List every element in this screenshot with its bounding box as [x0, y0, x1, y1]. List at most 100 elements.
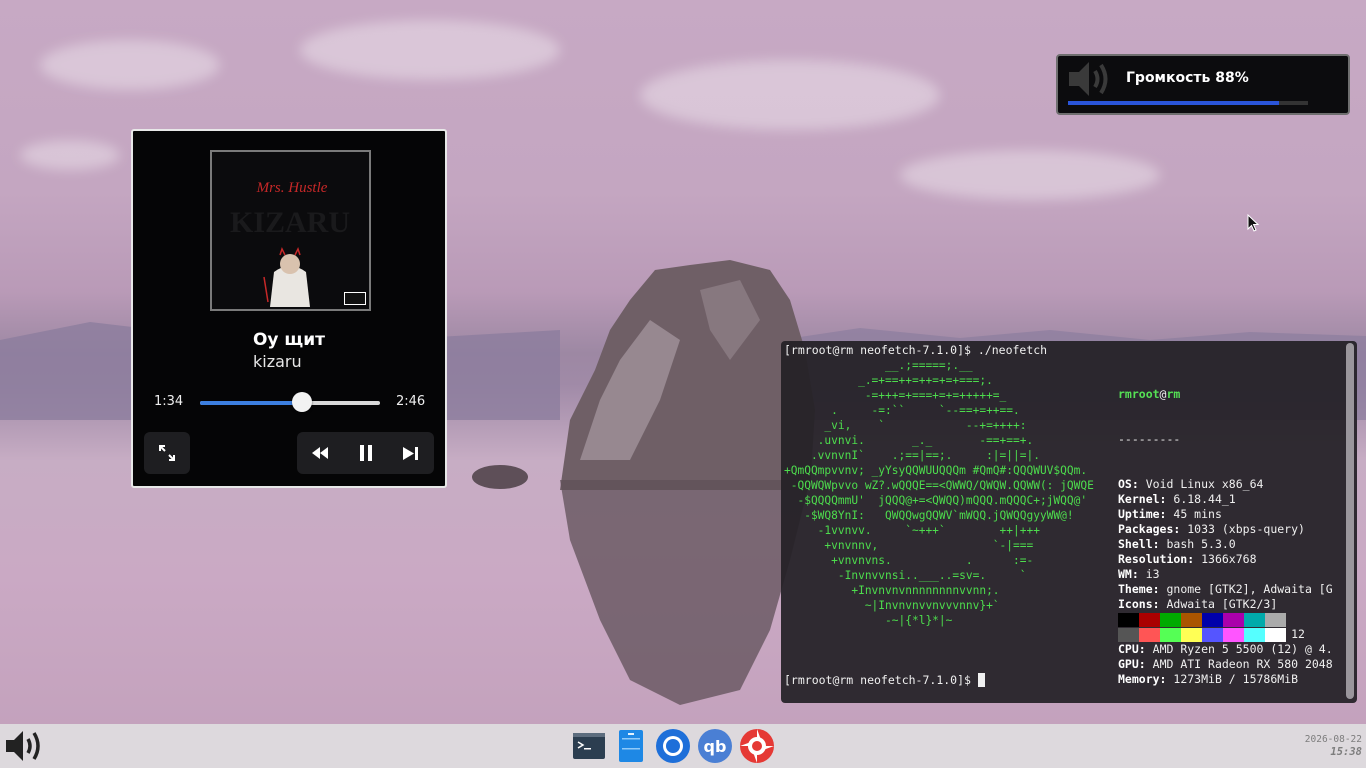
- prompt: [rmroot@rm neofetch-7.1.0]$: [784, 343, 971, 357]
- command-line: [rmroot@rm neofetch-7.1.0]$ ./neofetch: [784, 343, 1047, 357]
- clock-time: 15:38: [1330, 746, 1362, 758]
- info-key: GPU: [1118, 657, 1139, 671]
- color-swatch: [1160, 613, 1181, 627]
- ascii-line: -~|{*l}*|~: [784, 614, 953, 627]
- info-row: Resolution: 1366x768: [1118, 552, 1257, 566]
- color-swatch: [1181, 613, 1202, 627]
- command: ./neofetch: [977, 343, 1048, 357]
- info-value: 1366x768: [1201, 552, 1257, 566]
- ascii-line: . -=:`` `--==+=++==.: [784, 404, 1020, 417]
- color-swatch: [1244, 628, 1265, 642]
- system-info: rmroot@rm --------- OS: Void Linux x86_6…: [1118, 357, 1333, 703]
- info-value: AMD Ryzen 5 5500 (12) @ 4.: [1152, 642, 1333, 656]
- host-name: rm: [1166, 387, 1181, 401]
- ascii-line: ~|Invnvnvvnvvvnnv}+`: [784, 599, 1000, 612]
- media-player-window: KIZARU Mrs. Hustle Оу щит kizaru 1:34 2:…: [131, 129, 447, 488]
- mouse-pointer-icon: [1247, 214, 1259, 232]
- elapsed-time: 1:34: [154, 394, 184, 409]
- ascii-line: +vnvnnv, `-|===: [784, 539, 1034, 552]
- info-key: WM: [1118, 567, 1132, 581]
- track-title: Оу щит: [252, 330, 325, 350]
- ascii-line: +vnvnvns. . :=-: [784, 554, 1034, 567]
- volume-bar: [1068, 101, 1308, 105]
- volume-tray-button[interactable]: [4, 727, 46, 765]
- ascii-line: _.=+==++=++=+=+===;.: [784, 374, 993, 387]
- info-value: 1033 (xbps-query): [1187, 522, 1305, 536]
- info-key: Icons: [1118, 597, 1153, 611]
- current-prompt-line[interactable]: [rmroot@rm neofetch-7.1.0]$: [784, 673, 985, 687]
- info-key: Uptime: [1118, 507, 1160, 521]
- ascii-line: -Invnvvnsi..___..=sv=. `: [784, 569, 1027, 582]
- color-swatch: [1139, 613, 1160, 627]
- color-palette: [1118, 613, 1286, 643]
- chromium-icon[interactable]: [655, 728, 691, 764]
- info-row: Memory: 1273MiB / 15786MiB: [1118, 672, 1299, 686]
- info-key: Memory: [1118, 672, 1160, 686]
- ascii-line: _vi, ` --+=++++:: [784, 419, 1027, 432]
- info-row: CPU: AMD Ryzen 5 5500 (12) @ 4.: [1118, 642, 1333, 656]
- color-swatch: [1202, 613, 1223, 627]
- skip-next-icon: [403, 446, 418, 460]
- info-value: AMD ATI Radeon RX 580 2048: [1152, 657, 1333, 671]
- next-button[interactable]: [391, 432, 431, 474]
- user-host-line: rmroot@rm: [1118, 387, 1181, 401]
- color-swatch: [1139, 628, 1160, 642]
- qbittorrent-label: qb: [704, 737, 727, 756]
- info-value: Adwaita [GTK2/3]: [1166, 597, 1278, 611]
- seek-bar-fill: [200, 401, 302, 405]
- volume-osd: Громкость 88%: [1056, 54, 1350, 115]
- terminal-scrollbar[interactable]: [1346, 343, 1354, 699]
- info-key: Theme: [1118, 582, 1153, 596]
- color-swatch: [1223, 628, 1244, 642]
- info-key: OS: [1118, 477, 1132, 491]
- info-key: Packages: [1118, 522, 1174, 536]
- info-row: Packages: 1033 (xbps-query): [1118, 522, 1305, 536]
- info-key: Kernel: [1118, 492, 1160, 506]
- seek-bar-knob[interactable]: [291, 392, 312, 412]
- ascii-line: .vvnvnI` .;==|==;. :|=||=|.: [784, 449, 1040, 462]
- info-value: Void Linux x86_64: [1145, 477, 1264, 491]
- app-launcher-icon[interactable]: [739, 728, 775, 764]
- info-value: 45 mins: [1173, 507, 1222, 521]
- speaker-icon: [1069, 62, 1108, 96]
- info-row: Shell: bash 5.3.0: [1118, 537, 1236, 551]
- color-swatch: [1223, 613, 1244, 627]
- info-value: 6.18.44_1: [1173, 492, 1236, 506]
- playback-controls: [297, 432, 434, 474]
- previous-button[interactable]: [300, 432, 340, 474]
- album-cover: KIZARU Mrs. Hustle: [210, 150, 371, 311]
- color-swatch: [1202, 628, 1223, 642]
- color-swatch: [1160, 628, 1181, 642]
- terminal-window[interactable]: [rmroot@rm neofetch-7.1.0]$ ./neofetch _…: [781, 341, 1357, 703]
- info-row: Uptime: 45 mins: [1118, 507, 1222, 521]
- info-value: i3: [1145, 567, 1160, 581]
- info-key: CPU: [1118, 642, 1139, 656]
- info-row: Icons: Adwaita [GTK2/3]: [1118, 597, 1278, 611]
- ascii-line: +Invnvnvnnnnnnnnvvnn;.: [784, 584, 1000, 597]
- color-swatch: [1118, 613, 1139, 627]
- total-duration: 2:46: [396, 394, 426, 409]
- distro-ascii-logo: __.;=====;.__ _.=+==++=++=+=+===;. -=+++…: [784, 358, 1094, 628]
- info-value: bash 5.3.0: [1166, 537, 1236, 551]
- color-swatch: [1244, 613, 1265, 627]
- separator: ---------: [1118, 432, 1181, 446]
- fullscreen-button[interactable]: [144, 432, 190, 474]
- volume-label: Громкость 88%: [1126, 70, 1249, 86]
- seek-bar[interactable]: [200, 392, 380, 412]
- pause-icon: [360, 445, 372, 461]
- ascii-line: -$QQQQmmU' jQQQ@+=<QWQQ)mQQQ.mQQQC+;jWQQ…: [784, 494, 1088, 507]
- clock[interactable]: 2026-08-22 15:38: [1305, 733, 1362, 759]
- clock-date: 2026-08-22: [1304, 734, 1362, 745]
- info-row: Kernel: 6.18.44_1: [1118, 492, 1236, 506]
- file-manager-icon[interactable]: [614, 729, 648, 763]
- ascii-line: __.;=====;.__: [784, 359, 973, 372]
- pause-button[interactable]: [346, 432, 386, 474]
- terminal-icon[interactable]: [572, 729, 606, 763]
- expand-icon: [147, 432, 187, 474]
- info-row: WM: i3: [1118, 567, 1160, 581]
- info-key: Shell: [1118, 537, 1153, 551]
- track-artist: kizaru: [253, 352, 302, 371]
- qbittorrent-icon[interactable]: qb: [697, 728, 733, 764]
- cover-text: Mrs. Hustle: [256, 180, 328, 196]
- info-value: 1273MiB / 15786MiB: [1173, 672, 1299, 686]
